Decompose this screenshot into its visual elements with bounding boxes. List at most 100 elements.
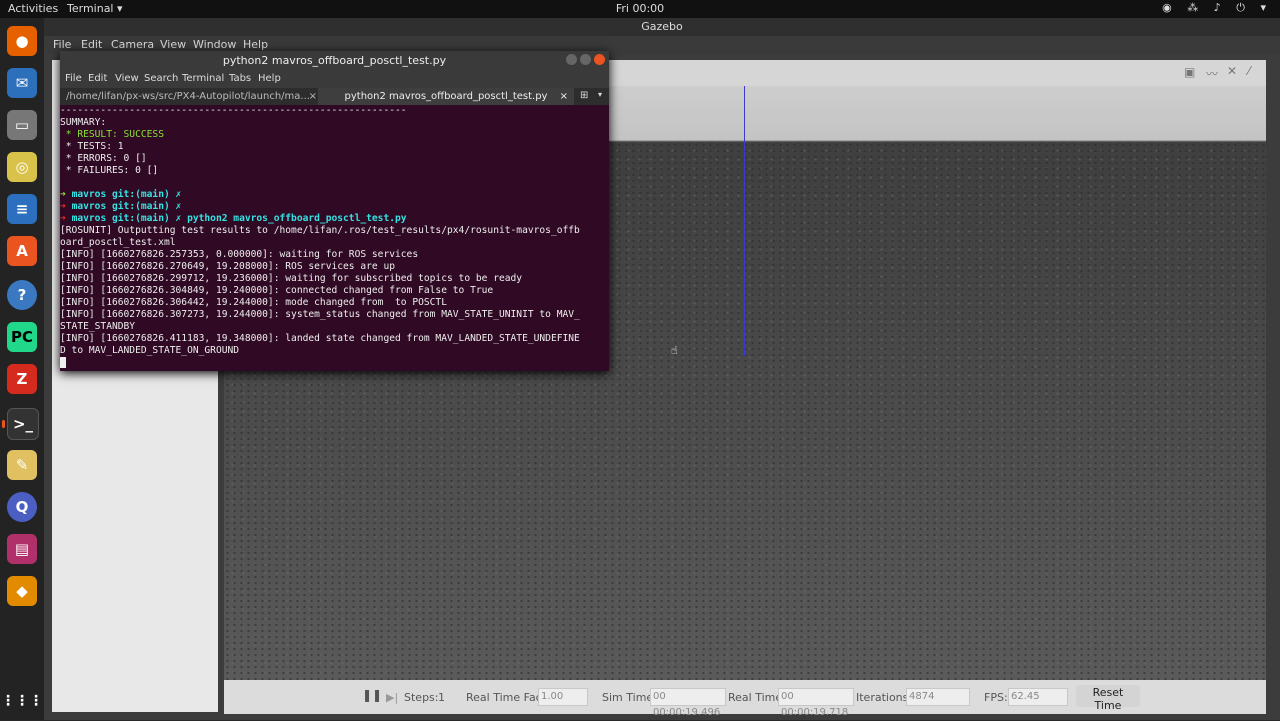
minimize-icon[interactable] — [566, 54, 577, 65]
output-line: SUMMARY: — [60, 117, 107, 128]
rtf-value: 1.00 — [538, 688, 588, 706]
real-time-value: 00 00:00:19.718 — [778, 688, 854, 718]
prompt-line: ➜ mavros git:(main) ✗ — [60, 201, 609, 213]
filezilla-icon[interactable]: Z — [7, 364, 37, 394]
window-controls — [563, 54, 605, 68]
terminal-menu-view[interactable]: View — [115, 73, 139, 84]
app-menu[interactable]: Terminal ▾ — [67, 2, 123, 15]
tab-close-icon[interactable]: × — [560, 88, 568, 105]
output-line: * TESTS: 1 — [60, 141, 124, 152]
step-icon[interactable]: ▶| — [386, 691, 398, 704]
rhythmbox-icon[interactable]: ◎ — [7, 152, 37, 182]
output-line: [INFO] [1660276826.411183, 19.348000]: l… — [60, 333, 580, 344]
sim-time-label: Sim Time: — [602, 691, 657, 704]
iterations-value: 4874 — [906, 688, 970, 706]
help-icon[interactable]: ? — [7, 280, 37, 310]
thunderbird-icon[interactable]: ✉ — [7, 68, 37, 98]
gazebo-menu-edit[interactable]: Edit — [81, 38, 102, 51]
output-line: [INFO] [1660276826.304849, 19.240000]: c… — [60, 285, 494, 296]
terminal-menu-edit[interactable]: Edit — [88, 73, 107, 84]
show-apps-icon[interactable]: ⋮⋮⋮ — [1, 686, 43, 716]
output-line: * ERRORS: 0 [] — [60, 153, 147, 164]
gazebo-menu-file[interactable]: File — [53, 38, 71, 51]
log-icon[interactable]: ✕ — [1227, 64, 1237, 78]
terminal-output[interactable]: ----------------------------------------… — [60, 105, 609, 371]
gazebo-menu-view[interactable]: View — [160, 38, 186, 51]
output-line: STATE_STANDBY — [60, 321, 136, 332]
screen-recorder-icon[interactable]: ▤ — [7, 534, 37, 564]
tab-posctl-test[interactable]: python2 mavros_offboard_posctl_test.py × — [318, 88, 574, 105]
terminal-title: python2 mavros_offboard_posctl_test.py — [60, 51, 609, 71]
clock[interactable]: Fri 00:00 — [600, 2, 680, 15]
files-icon[interactable]: ▭ — [7, 110, 37, 140]
terminal-menu-terminal[interactable]: Terminal — [182, 73, 224, 84]
screenshot-icon[interactable]: ▣ — [1184, 65, 1195, 79]
maximize-icon[interactable] — [580, 54, 591, 65]
gazebo-menu-camera[interactable]: Camera — [111, 38, 154, 51]
output-line: [INFO] [1660276826.306442, 19.244000]: m… — [60, 297, 447, 308]
prompt-text: mavros git:(main) ✗ python2 mavros_offbo… — [71, 213, 407, 224]
prompt-line: ➜ mavros git:(main) ✗ — [60, 189, 609, 201]
output-line: * FAILURES: 0 [] — [60, 165, 159, 176]
terminal-menu-search[interactable]: Search — [144, 73, 178, 84]
close-icon[interactable] — [594, 54, 605, 65]
tab-label: python2 mavros_offboard_posctl_test.py — [344, 91, 548, 102]
output-line: * RESULT: SUCCESS — [60, 129, 164, 140]
reset-time-button[interactable]: Reset Time — [1076, 685, 1140, 712]
writer-icon[interactable]: ≡ — [7, 194, 37, 224]
output-line: [ROSUNIT] Outputting test results to /ho… — [60, 225, 580, 236]
prompt-arrow-icon: ➜ — [60, 213, 72, 224]
steps-value[interactable]: 1 — [438, 691, 445, 704]
tab-launch[interactable]: /home/lifan/px-ws/src/PX4-Autopilot/laun… — [60, 88, 321, 105]
text-editor-icon[interactable]: ✎ — [7, 450, 37, 480]
z-axis-marker — [744, 86, 745, 356]
terminal-window[interactable]: python2 mavros_offboard_posctl_test.py F… — [60, 51, 609, 371]
fps-label: FPS: — [984, 691, 1008, 704]
gazebo-title: Gazebo — [44, 18, 1280, 36]
gazebo-icon[interactable]: ◆ — [7, 576, 37, 606]
prompt-text: mavros git:(main) ✗ — [71, 201, 182, 212]
terminal-menubar: File Edit View Search Terminal Tabs Help — [60, 71, 609, 88]
terminal-tabbar: /home/lifan/px-ws/src/PX4-Autopilot/laun… — [60, 88, 609, 105]
pause-icon[interactable]: ❚❚ — [362, 688, 382, 702]
pycharm-icon[interactable]: PC — [7, 322, 37, 352]
prompt-arrow-icon: ➜ — [60, 201, 72, 212]
top-bar: Activities Terminal ▾ Fri 00:00 ◉ ⁂ ♪ ⏻ … — [0, 0, 1280, 18]
terminal-menu-file[interactable]: File — [65, 73, 82, 84]
output-line: [INFO] [1660276826.257353, 0.000000]: wa… — [60, 249, 419, 260]
software-icon[interactable]: A — [7, 236, 37, 266]
output-line: [INFO] [1660276826.270649, 19.208000]: R… — [60, 261, 396, 272]
terminal-menu-tabs[interactable]: Tabs — [229, 73, 251, 84]
prompt-text: mavros git:(main) ✗ — [71, 189, 182, 200]
tab-close-icon[interactable]: × — [309, 88, 317, 105]
terminal-icon[interactable]: >_ — [2, 408, 39, 440]
activities-button[interactable]: Activities — [8, 2, 58, 15]
sim-time-value: 00 00:00:19.496 — [650, 688, 726, 718]
output-line: D to MAV_LANDED_STATE_ON_GROUND — [60, 345, 240, 356]
mouse-cursor-icon: ☝ — [671, 344, 678, 357]
prompt-arrow-icon: ➜ — [60, 189, 72, 200]
tab-menu-icon[interactable]: ▾ — [598, 90, 602, 99]
tab-label: /home/lifan/px-ws/src/PX4-Autopilot/laun… — [66, 91, 310, 102]
steps-label: Steps: — [404, 691, 439, 704]
terminal-menu-help[interactable]: Help — [258, 73, 281, 84]
prompt-line: ➜ mavros git:(main) ✗ python2 mavros_off… — [60, 213, 609, 225]
system-tray[interactable]: ◉ ⁂ ♪ ⏻ ▾ — [1162, 1, 1272, 15]
graph-icon[interactable]: 〰 — [1206, 65, 1218, 82]
output-line: [INFO] [1660276826.299712, 19.236000]: w… — [60, 273, 523, 284]
output-line: ----------------------------------------… — [60, 105, 407, 116]
gazebo-menu-window[interactable]: Window — [193, 38, 236, 51]
qgroundcontrol-icon[interactable]: Q — [7, 492, 37, 522]
gazebo-menu-help[interactable]: Help — [243, 38, 268, 51]
iterations-label: Iterations: — [856, 691, 913, 704]
terminal-cursor — [60, 357, 66, 368]
firefox-icon[interactable]: ● — [7, 26, 37, 56]
new-tab-icon[interactable]: ⊞ — [580, 90, 588, 101]
record-icon[interactable]: ⁄ — [1248, 64, 1250, 78]
cursor-line — [60, 357, 609, 369]
gazebo-statusbar: ❚❚ ▶| Steps: 1 Real Time Factor: 1.00 Si… — [224, 680, 1266, 718]
fps-value: 62.45 — [1008, 688, 1068, 706]
output-line: oard_posctl_test.xml — [60, 237, 176, 248]
dock: ● ✉ ▭ ◎ ≡ A ? PC Z >_ ✎ Q ▤ ◆ ⋮⋮⋮ — [0, 18, 44, 720]
